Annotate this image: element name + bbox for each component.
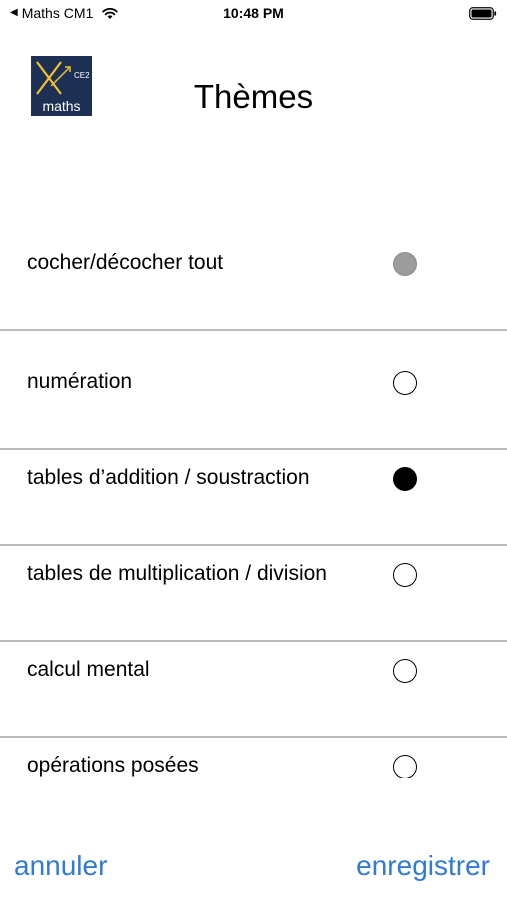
radio-multiplication-tables[interactable]: [393, 563, 417, 587]
page-title: Thèmes: [193, 78, 314, 115]
battery-icon: [469, 7, 497, 20]
list-item-mental-calculation[interactable]: calcul mental: [0, 642, 507, 738]
list-item-toggle-all[interactable]: cocher/décocher tout: [0, 252, 507, 331]
list-item-label: cocher/décocher tout: [27, 252, 224, 274]
radio-mental-calculation[interactable]: [393, 659, 417, 683]
cancel-button[interactable]: annuler: [14, 850, 107, 882]
status-time: 10:48 PM: [223, 5, 284, 21]
status-bar: ◀ Maths CM1 10:48 PM: [0, 0, 507, 30]
list-item-written-operations[interactable]: opérations posées: [0, 738, 507, 778]
divider: [0, 329, 507, 331]
list-item-label: numération: [27, 370, 133, 393]
list-item-label: tables de multiplication / division: [27, 562, 327, 585]
radio-addition-tables[interactable]: [393, 467, 417, 491]
list-item-label: tables d’addition / soustraction: [27, 466, 310, 489]
list-item-label: calcul mental: [27, 658, 150, 681]
radio-written-operations[interactable]: [393, 755, 417, 778]
list-item-multiplication-tables[interactable]: tables de multiplication / division: [0, 546, 507, 642]
list-item-numeration[interactable]: numération: [0, 354, 507, 450]
save-button[interactable]: enregistrer: [356, 850, 490, 882]
radio-toggle-all[interactable]: [393, 252, 417, 276]
list-item-addition-tables[interactable]: tables d’addition / soustraction: [0, 450, 507, 546]
themes-list[interactable]: cocher/décocher tout numération tables d…: [0, 252, 507, 778]
radio-numeration[interactable]: [393, 371, 417, 395]
list-item-label: opérations posées: [27, 754, 199, 777]
